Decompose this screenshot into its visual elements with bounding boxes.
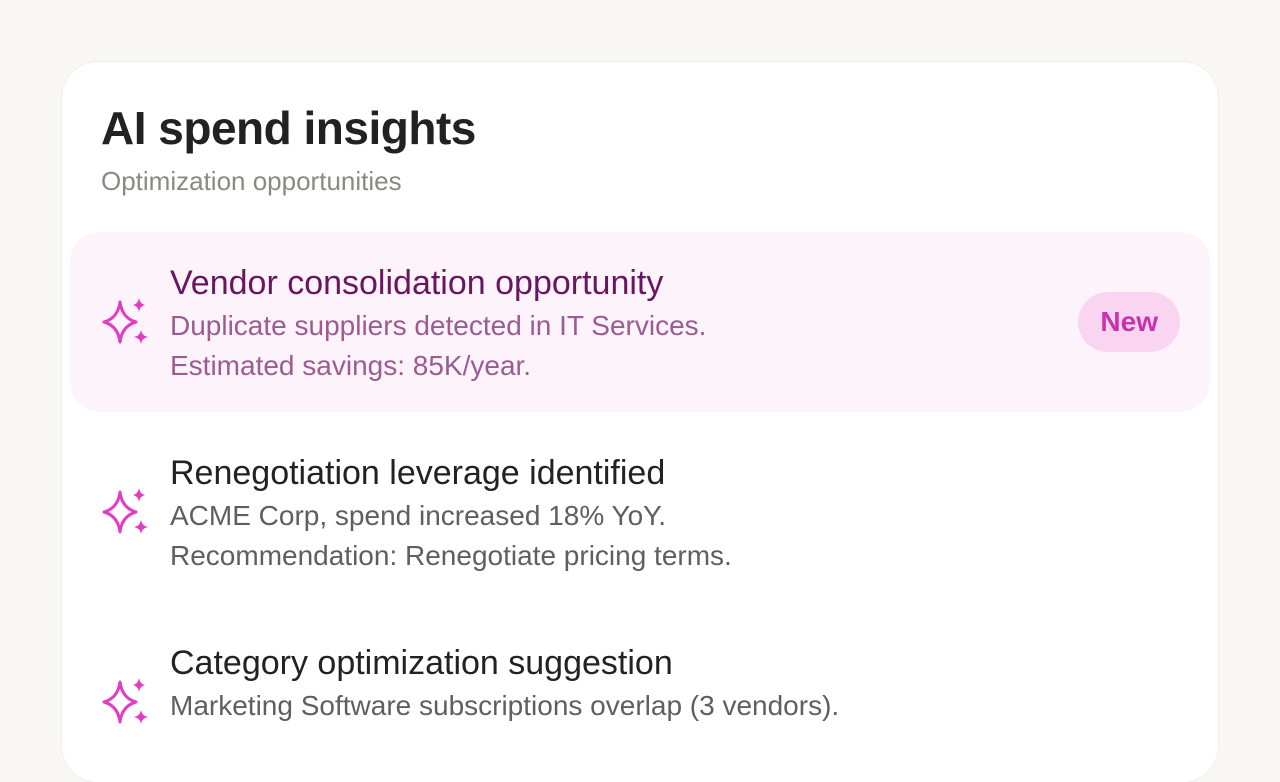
insight-title: Renegotiation leverage identified [170, 454, 666, 492]
page-title: AI spend insights [101, 102, 476, 154]
insight-text: Category optimization suggestion Marketi… [170, 640, 839, 726]
insight-description: ACME Corp, spend increased 18% YoY. [170, 500, 667, 531]
page-subtitle: Optimization opportunities [101, 166, 402, 196]
insight-description: Marketing Software subscriptions overlap… [170, 690, 840, 721]
sparkles-icon [102, 678, 148, 724]
sparkles-icon [102, 488, 148, 534]
insight-title: Category optimization suggestion [170, 644, 673, 682]
insight-item-category-optimization[interactable]: Category optimization suggestion Marketi… [70, 612, 1210, 782]
insight-detail: Estimated savings: 85K/year. [170, 350, 532, 381]
new-badge: New [1078, 292, 1180, 352]
sparkles-icon [102, 298, 148, 344]
insight-description: Duplicate suppliers detected in IT Servi… [170, 310, 707, 341]
insights-card: AI spend insights Optimization opportuni… [62, 62, 1218, 782]
insight-text: Vendor consolidation opportunity Duplica… [170, 260, 706, 386]
insight-detail: Recommendation: Renegotiate pricing term… [170, 540, 732, 571]
insight-title: Vendor consolidation opportunity [170, 264, 664, 302]
insight-text: Renegotiation leverage identified ACME C… [170, 450, 732, 576]
insight-item-renegotiation[interactable]: Renegotiation leverage identified ACME C… [70, 422, 1210, 602]
insight-item-vendor-consolidation[interactable]: Vendor consolidation opportunity Duplica… [70, 232, 1210, 412]
